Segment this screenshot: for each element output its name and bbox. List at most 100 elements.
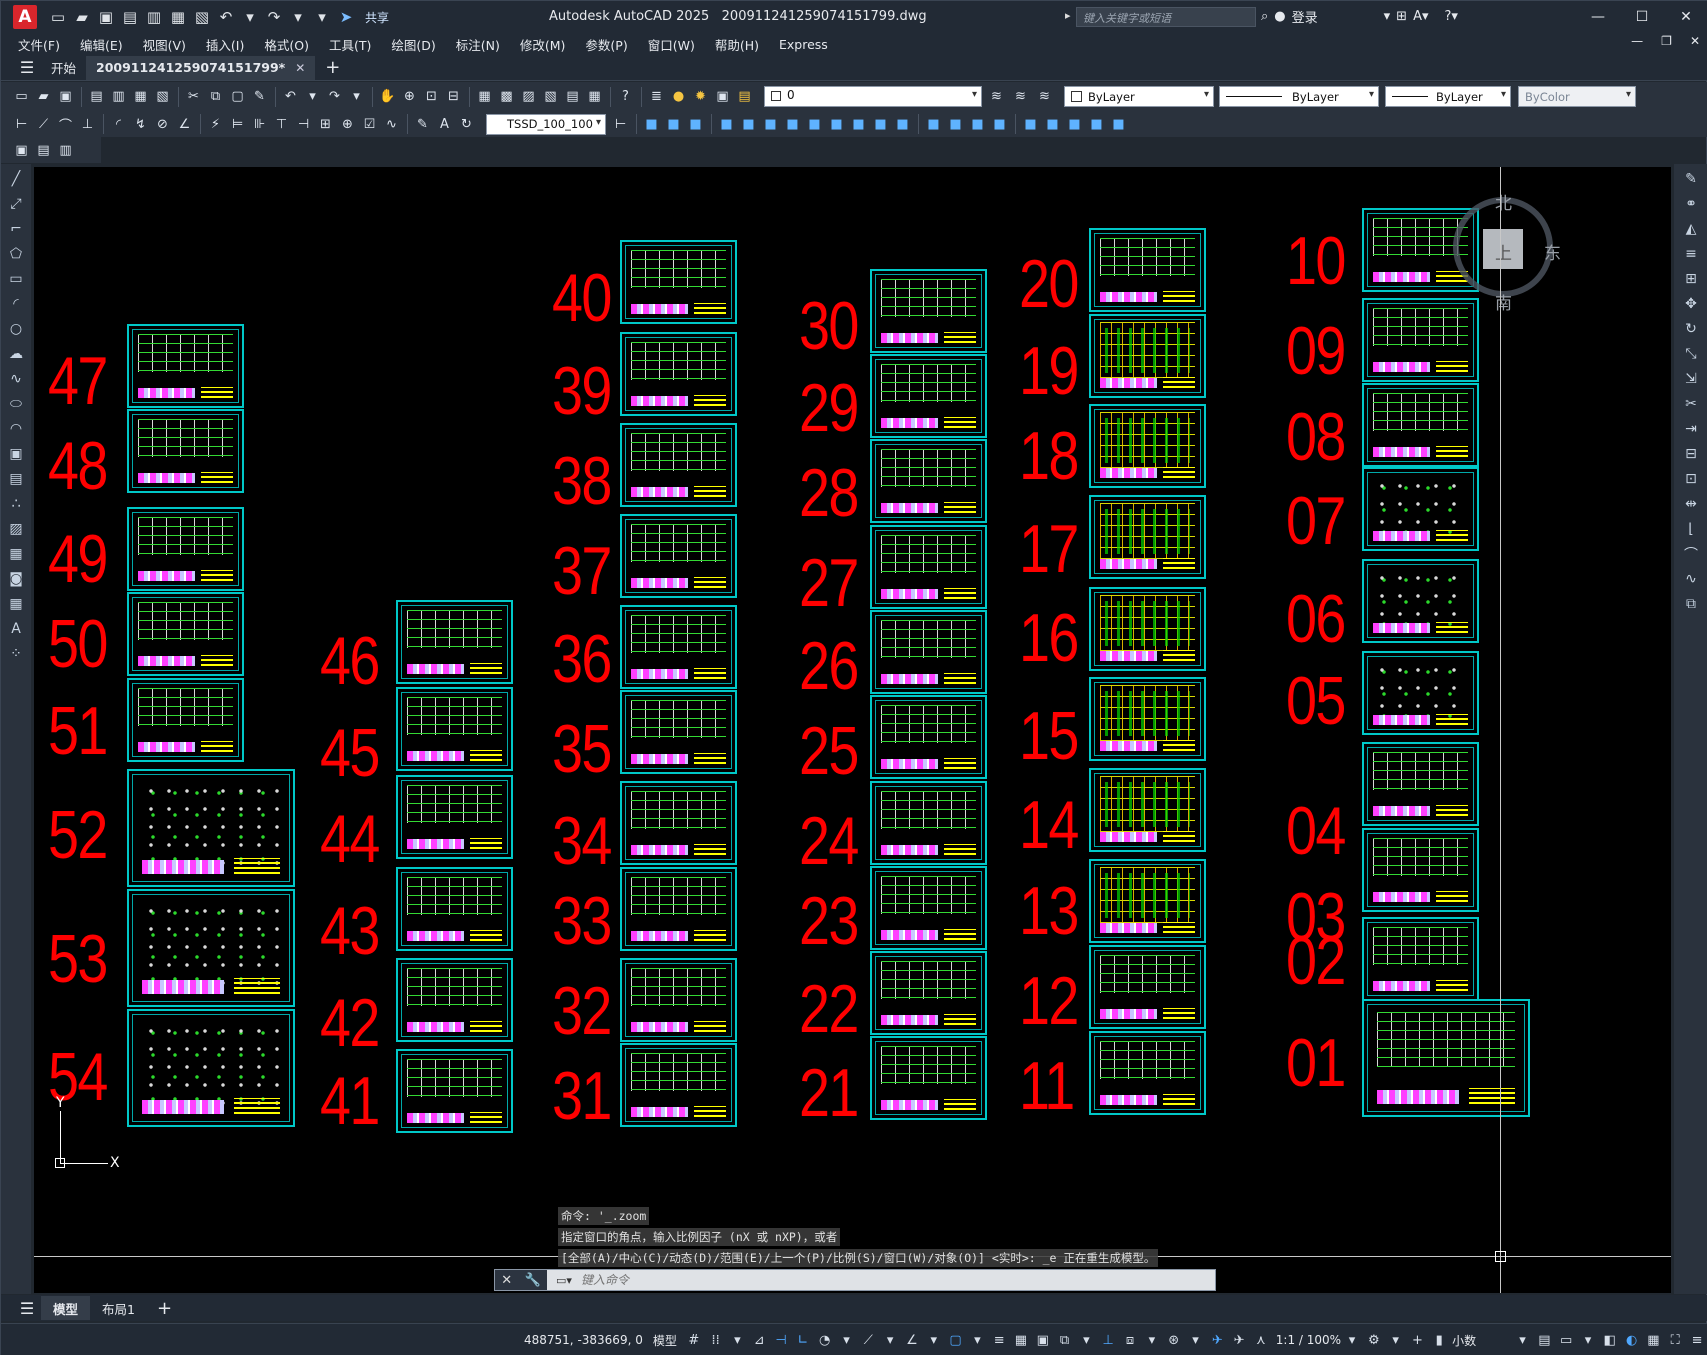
customize-qat-icon[interactable]: ▾ xyxy=(311,6,333,28)
drawing-sheet[interactable] xyxy=(127,678,244,762)
modify-array-icon[interactable]: ■ xyxy=(716,114,737,135)
drawing-sheet[interactable] xyxy=(870,866,987,950)
polyline-icon[interactable]: ⌐ xyxy=(6,218,27,239)
share-icon[interactable]: ➤ xyxy=(335,6,357,28)
hatch-icon[interactable]: ▨ xyxy=(6,518,27,539)
color-dropdown[interactable]: ByLayer ▾ xyxy=(1064,86,1214,107)
search-expand-icon[interactable]: ▸ xyxy=(1065,9,1071,22)
infer-constraints-icon[interactable]: ⊿ xyxy=(748,1329,770,1351)
drawing-sheet[interactable] xyxy=(1089,768,1206,852)
help-icon[interactable]: ?▾ xyxy=(1445,9,1458,24)
dim-edit-icon[interactable]: ✎ xyxy=(412,114,433,135)
revcloud-icon[interactable]: ☁ xyxy=(6,343,27,364)
drawing-sheet[interactable] xyxy=(127,769,295,887)
drawing-sheet[interactable] xyxy=(1362,467,1479,551)
erase-icon[interactable]: ✎ xyxy=(1681,168,1702,189)
new-tab-icon[interactable]: + xyxy=(325,57,340,78)
isodraft-dropdown-icon[interactable]: ▾ xyxy=(879,1329,901,1351)
login-button[interactable]: 登录 xyxy=(1292,7,1318,26)
tab-model[interactable]: 模型 xyxy=(41,1296,91,1320)
linetype-dropdown[interactable]: ByLayer ▾ xyxy=(1219,86,1379,107)
minimize-icon[interactable]: — xyxy=(1576,1,1620,33)
drawing-sheet[interactable] xyxy=(620,514,737,598)
menu-file[interactable]: 文件(F) xyxy=(1,35,70,54)
ortho-icon[interactable]: ∟ xyxy=(792,1329,814,1351)
insert-block-icon[interactable]: ▣ xyxy=(6,443,27,464)
drawing-sheet[interactable] xyxy=(1362,917,1479,1001)
chamfer-icon[interactable]: ⌊ xyxy=(1681,518,1702,539)
layer-state-icon[interactable]: ≋ xyxy=(1034,86,1055,107)
3d-osnap-icon[interactable]: ⧉ xyxy=(1054,1329,1076,1351)
isodraft-icon[interactable]: ⟋ xyxy=(857,1329,879,1351)
osnap-icon[interactable]: ▢ xyxy=(945,1329,967,1351)
modify-rotate-icon[interactable]: ■ xyxy=(760,114,781,135)
tab-close-icon[interactable]: ✕ xyxy=(295,61,305,75)
drawing-sheet[interactable] xyxy=(1362,742,1479,826)
toolpalettes-icon[interactable]: ▨ xyxy=(518,86,539,107)
tab-start[interactable]: 开始 xyxy=(41,56,86,80)
autodesk-apps-icon[interactable]: A▾ xyxy=(1413,9,1428,24)
copy-icon[interactable]: ⚭ xyxy=(1681,193,1702,214)
modify-explode-icon[interactable]: ■ xyxy=(967,114,988,135)
region-icon[interactable]: ◙ xyxy=(6,568,27,589)
layer-properties-icon[interactable]: ≣ xyxy=(646,86,667,107)
drawing-sheet[interactable] xyxy=(127,1009,295,1127)
doc-close-icon[interactable]: ✕ xyxy=(1690,34,1700,48)
drawing-sheet[interactable] xyxy=(127,409,244,493)
point-icon[interactable]: ∴ xyxy=(6,493,27,514)
plotstyle-dropdown[interactable]: ByColor ▾ xyxy=(1518,86,1636,107)
lineweight-dropdown[interactable]: ByLayer ▾ xyxy=(1385,86,1511,107)
drawing-sheet[interactable] xyxy=(1362,828,1479,912)
drawing-sheet[interactable] xyxy=(396,687,513,771)
circle-icon[interactable]: ○ xyxy=(6,318,27,339)
pan-icon[interactable]: ✋ xyxy=(377,86,398,107)
sheetset-icon[interactable]: ▧ xyxy=(540,86,561,107)
drawing-sheet[interactable] xyxy=(620,332,737,416)
dim-space-icon[interactable]: ⊤ xyxy=(271,114,292,135)
rectangle-icon[interactable]: ▭ xyxy=(6,268,27,289)
drawing-sheet[interactable] xyxy=(1089,1031,1206,1115)
auto-scale-icon[interactable]: ✈ xyxy=(1228,1329,1250,1351)
maximize-icon[interactable]: ☐ xyxy=(1620,1,1664,33)
drawing-sheet[interactable] xyxy=(396,867,513,951)
units-dropdown-icon[interactable]: ▾ xyxy=(1512,1329,1534,1351)
drawing-sheet[interactable] xyxy=(127,507,244,591)
menu-window[interactable]: 窗口(W) xyxy=(638,35,705,54)
drawing-sheet[interactable] xyxy=(396,958,513,1042)
menu-express[interactable]: Express xyxy=(769,37,838,52)
hatch-to-back-icon[interactable]: ▥ xyxy=(55,140,76,161)
compass-east[interactable]: 东 xyxy=(1544,239,1561,264)
help-icon[interactable]: ? xyxy=(615,86,636,107)
make-block-icon[interactable]: ▤ xyxy=(6,468,27,489)
mirror-icon[interactable]: ◭ xyxy=(1681,218,1702,239)
fillet-icon[interactable]: ⌒ xyxy=(1681,543,1702,564)
drawing-sheet[interactable] xyxy=(1089,677,1206,761)
snap-dropdown-icon[interactable]: ▾ xyxy=(726,1329,748,1351)
doc-restore-icon[interactable]: ❐ xyxy=(1661,34,1672,48)
drawing-sheet[interactable] xyxy=(1089,404,1206,488)
compass-south[interactable]: 南 xyxy=(1495,289,1512,314)
qnew-icon[interactable]: ▭ xyxy=(11,86,32,107)
dim-arc-icon[interactable]: ⌒ xyxy=(55,114,76,135)
draworder-icon[interactable]: ▣ xyxy=(11,140,32,161)
image-icon[interactable]: ■ xyxy=(1086,114,1107,135)
plot-icon[interactable]: ▧ xyxy=(191,6,213,28)
menu-edit[interactable]: 编辑(E) xyxy=(70,35,133,54)
blend-icon[interactable]: ∿ xyxy=(1681,568,1702,589)
dim-break-icon[interactable]: ⊣ xyxy=(293,114,314,135)
model-space-button[interactable]: 模型 xyxy=(653,1332,677,1349)
scale-dropdown-icon[interactable]: ▾ xyxy=(1341,1329,1363,1351)
selection-filter-icon[interactable]: ⧈ xyxy=(1119,1329,1141,1351)
command-customize-icon[interactable]: 🔧 xyxy=(525,1273,541,1288)
recent-commands-icon[interactable]: ▭▾ xyxy=(547,1270,581,1290)
workspace-dropdown-icon[interactable]: ▾ xyxy=(1385,1329,1407,1351)
trim-icon[interactable]: ✂ xyxy=(1681,393,1702,414)
object-tracking-icon[interactable]: ∠ xyxy=(901,1329,923,1351)
spline-icon[interactable]: ∿ xyxy=(6,368,27,389)
drawing-sheet[interactable] xyxy=(1089,859,1206,943)
share-button[interactable]: 共享 xyxy=(365,9,389,26)
menu-dimension[interactable]: 标注(N) xyxy=(446,35,510,54)
hyperlink-icon[interactable]: ■ xyxy=(1108,114,1129,135)
polygon-icon[interactable]: ⬠ xyxy=(6,243,27,264)
array-icon[interactable]: ⊞ xyxy=(1681,268,1702,289)
